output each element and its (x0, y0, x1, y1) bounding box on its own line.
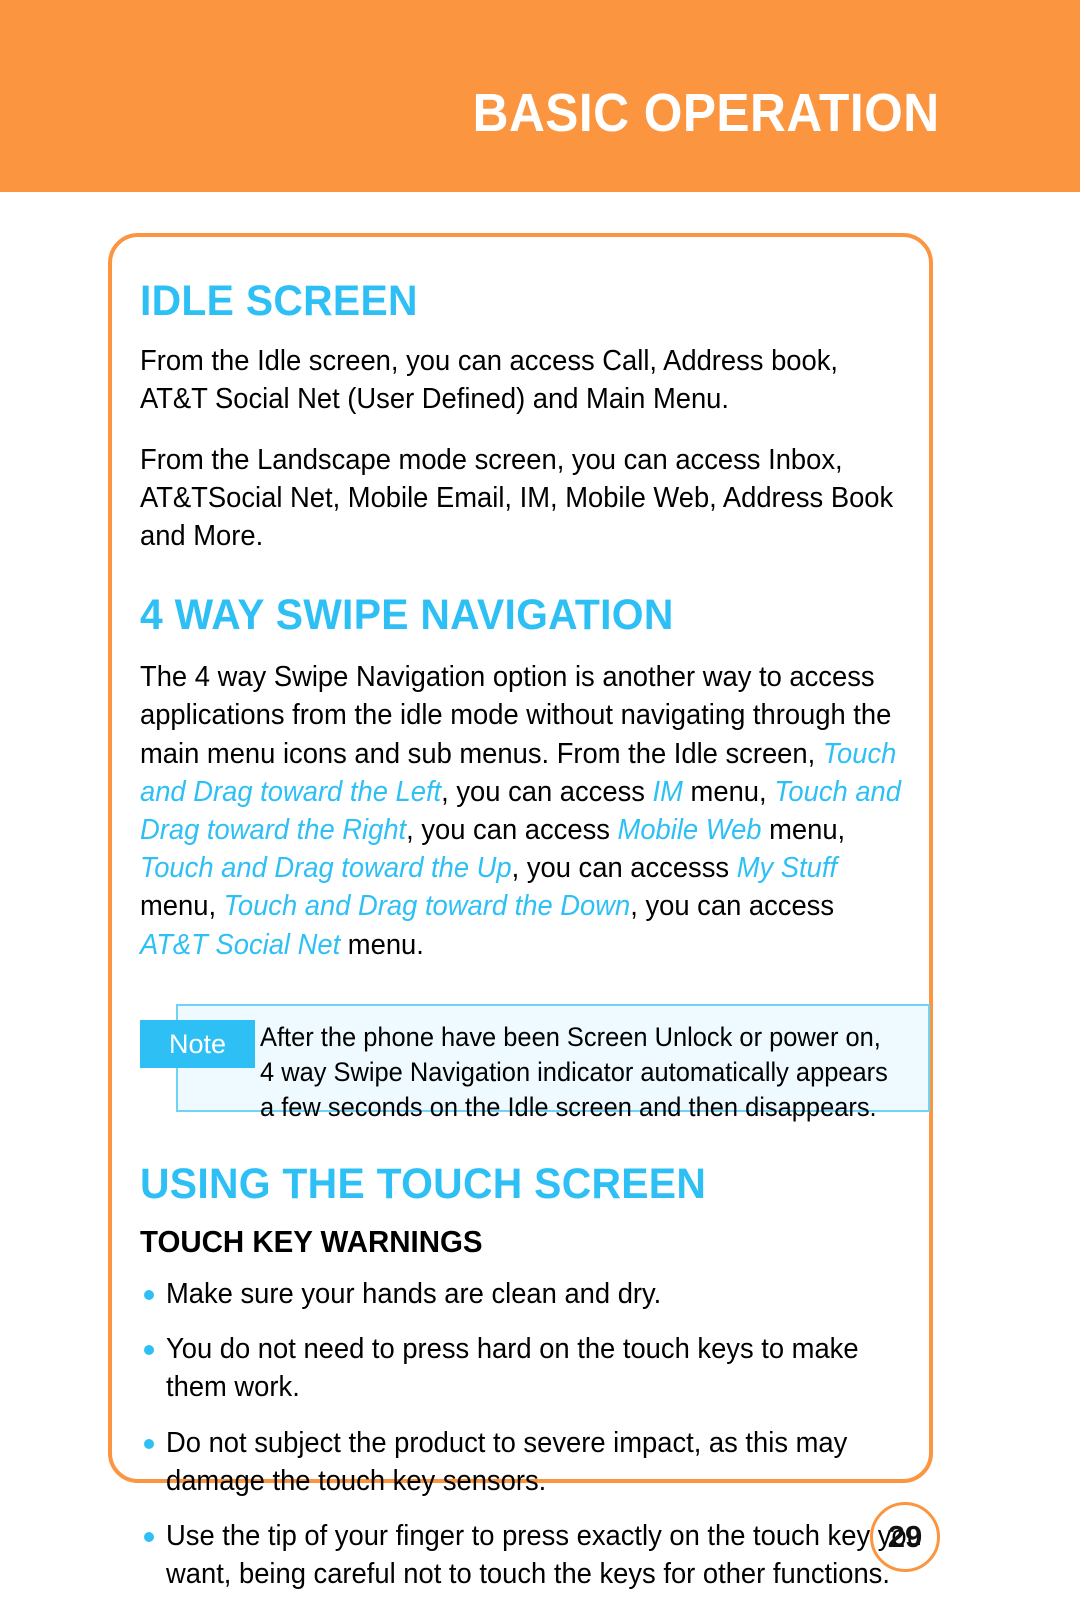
list-item: You do not need to press hard on the tou… (140, 1330, 956, 1406)
note-callout: Note After the phone have been Screen Un… (140, 1003, 930, 1122)
list-item: Do not subject the product to severe imp… (140, 1424, 956, 1500)
paragraph-swipe-navigation: The 4 way Swipe Navigation option is ano… (140, 658, 908, 964)
list-item-text: Make sure your hands are clean and dry. (166, 1277, 662, 1310)
heading-idle-screen: IDLE SCREEN (140, 277, 418, 325)
swipe-highlight-2: IM (652, 775, 683, 808)
touch-key-warnings-list: Make sure your hands are clean and dry. … (140, 1275, 922, 1593)
list-item: Make sure your hands are clean and dry. (140, 1275, 956, 1313)
swipe-text-5: menu, (761, 813, 846, 846)
note-badge: Note (140, 1019, 255, 1068)
page-header-title: BASIC OPERATION (473, 83, 940, 143)
swipe-highlight-7: Touch and Drag toward the Down (223, 890, 631, 923)
swipe-text-9: menu. (340, 928, 424, 961)
list-item-text: You do not need to press hard on the tou… (166, 1333, 859, 1404)
heading-using-touch-screen: USING THE TOUCH SCREEN (140, 1159, 707, 1208)
note-text: After the phone have been Screen Unlock … (260, 1021, 888, 1123)
page-number-badge: 29 (870, 1502, 940, 1572)
list-item-text: Do not subject the product to severe imp… (166, 1426, 848, 1497)
swipe-text-3: menu, (682, 775, 775, 808)
swipe-text-4: , you can access (406, 813, 618, 846)
bullet-dot-icon (144, 1289, 154, 1300)
swipe-highlight-5: Touch and Drag toward the Up (140, 852, 512, 885)
paragraph-idle-1: From the Idle screen, you can access Cal… (140, 345, 839, 416)
card-inner: IDLE SCREEN From the Idle screen, you ca… (140, 257, 930, 1609)
swipe-highlight-8: AT&T Social Net (140, 928, 341, 961)
swipe-highlight-6: My Stuff (736, 852, 838, 885)
bullet-dot-icon (144, 1345, 154, 1356)
bullet-dot-icon (144, 1438, 154, 1449)
paragraph-idle-2: From the Landscape mode screen, you can … (140, 443, 894, 552)
list-item-text: Use the tip of your finger to press exac… (166, 1519, 922, 1591)
swipe-text-1: The 4 way Swipe Navigation option is ano… (140, 661, 892, 770)
swipe-highlight-4: Mobile Web (617, 813, 762, 846)
list-item: Use the tip of your finger to press exac… (140, 1517, 956, 1593)
content-card: IDLE SCREEN From the Idle screen, you ca… (108, 233, 933, 1590)
swipe-text-6: , you can accesss (511, 852, 737, 885)
swipe-text-8: , you can access (630, 890, 835, 923)
swipe-text-2: , you can access (441, 775, 653, 808)
page-header-band: BASIC OPERATION (0, 0, 1080, 192)
bullet-dot-icon (144, 1531, 154, 1542)
swipe-text-7: menu, (140, 890, 224, 923)
heading-swipe-navigation: 4 WAY SWIPE NAVIGATION (140, 591, 674, 640)
subheading-touch-key-warnings: TOUCH KEY WARNINGS (140, 1223, 483, 1259)
